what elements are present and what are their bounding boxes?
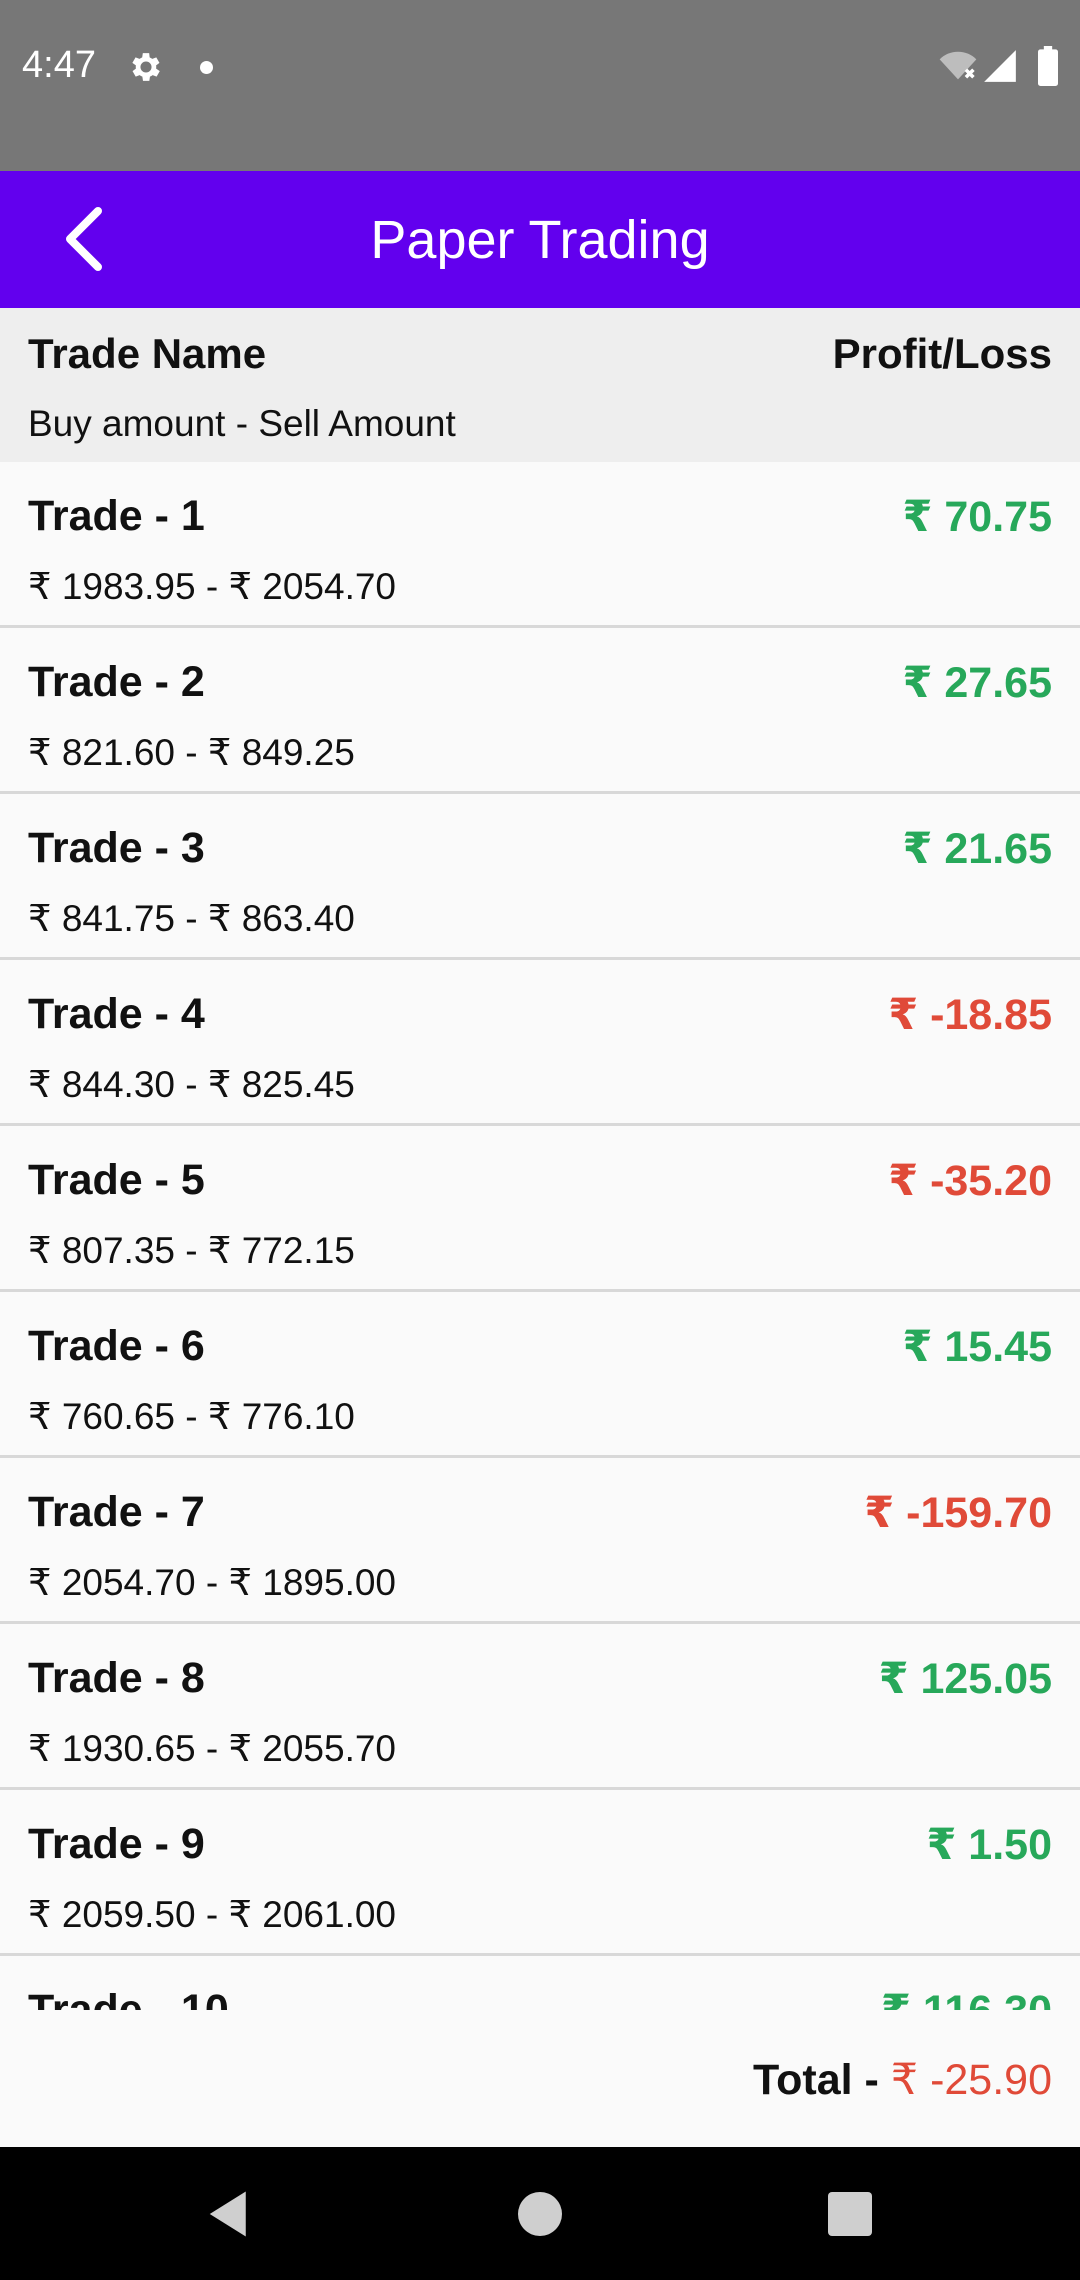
app-bar: Paper Trading bbox=[0, 171, 1080, 308]
trade-name: Trade - 4 bbox=[28, 990, 205, 1038]
trade-name: Trade - 6 bbox=[28, 1322, 205, 1370]
trade-profit-loss: ₹ 1.50 bbox=[926, 1821, 1052, 1869]
total-bar: Total - ₹ -25.90 bbox=[0, 2010, 1080, 2147]
system-nav-bar bbox=[0, 2147, 1080, 2280]
trade-amounts: ₹ 2059.50 - ₹ 2061.00 bbox=[28, 1894, 397, 1935]
header-profit-loss: Profit/Loss bbox=[832, 330, 1052, 377]
trade-name: Trade - 2 bbox=[28, 658, 205, 706]
trade-profit-loss: ₹ 125.05 bbox=[878, 1655, 1052, 1703]
trade-amounts: ₹ 1930.65 - ₹ 2055.70 bbox=[28, 1728, 397, 1769]
trade-profit-loss: ₹ 21.65 bbox=[902, 825, 1052, 873]
trade-profit-loss: ₹ -18.85 bbox=[888, 991, 1052, 1039]
cell-signal-icon bbox=[984, 50, 1016, 82]
trade-row[interactable]: Trade - 5 ₹ -35.20 ₹ 807.35 - ₹ 772.15 bbox=[0, 1126, 1080, 1292]
header-trade-name: Trade Name bbox=[28, 330, 267, 377]
trade-amounts: ₹ 821.60 - ₹ 849.25 bbox=[28, 732, 355, 773]
trade-name: Trade - 5 bbox=[28, 1156, 205, 1204]
notification-dot-icon bbox=[200, 61, 213, 74]
trade-name: Trade - 9 bbox=[28, 1820, 205, 1868]
settings-gear-icon bbox=[132, 53, 160, 81]
list-header: Trade Name Profit/Loss Buy amount - Sell… bbox=[0, 308, 1080, 462]
total-summary: Total - ₹ -25.90 bbox=[753, 2055, 1052, 2105]
trade-amounts: ₹ 2054.70 - ₹ 1895.00 bbox=[28, 1562, 397, 1603]
nav-back-icon[interactable] bbox=[203, 2187, 257, 2241]
header-subtitle: Buy amount - Sell Amount bbox=[28, 403, 456, 444]
trade-amounts: ₹ 844.30 - ₹ 825.45 bbox=[28, 1064, 355, 1105]
nav-recents-icon[interactable] bbox=[828, 2192, 872, 2236]
trade-row[interactable]: Trade - 4 ₹ -18.85 ₹ 844.30 - ₹ 825.45 bbox=[0, 960, 1080, 1126]
trade-name: Trade - 10 bbox=[28, 1986, 229, 2010]
trade-row[interactable]: Trade - 6 ₹ 15.45 ₹ 760.65 - ₹ 776.10 bbox=[0, 1292, 1080, 1458]
trade-row[interactable]: Trade - 3 ₹ 21.65 ₹ 841.75 - ₹ 863.40 bbox=[0, 794, 1080, 960]
trade-profit-loss: ₹ -35.20 bbox=[888, 1157, 1052, 1205]
trade-profit-loss: ₹ 116.30 bbox=[881, 1986, 1052, 2010]
total-value: ₹ -25.90 bbox=[890, 2056, 1052, 2104]
trade-amounts: ₹ 841.75 - ₹ 863.40 bbox=[28, 898, 355, 939]
status-time: 4:47 bbox=[22, 44, 96, 86]
trade-row[interactable]: Trade - 8 ₹ 125.05 ₹ 1930.65 - ₹ 2055.70 bbox=[0, 1624, 1080, 1790]
wifi-off-icon bbox=[939, 51, 977, 80]
trade-name: Trade - 8 bbox=[28, 1654, 205, 1702]
trade-profit-loss: ₹ -159.70 bbox=[864, 1489, 1052, 1537]
trade-name: Trade - 1 bbox=[28, 492, 205, 540]
trade-profit-loss: ₹ 70.75 bbox=[902, 493, 1052, 541]
trade-row[interactable]: Trade - 9 ₹ 1.50 ₹ 2059.50 - ₹ 2061.00 bbox=[0, 1790, 1080, 1956]
trade-amounts: ₹ 807.35 - ₹ 772.15 bbox=[28, 1230, 355, 1271]
battery-icon bbox=[1038, 46, 1058, 86]
trade-amounts: ₹ 1983.95 - ₹ 2054.70 bbox=[28, 566, 397, 607]
status-bar: 4:47 bbox=[0, 0, 1080, 171]
total-label: Total - bbox=[753, 2056, 891, 2104]
nav-home-icon[interactable] bbox=[518, 2192, 562, 2236]
trade-profit-loss: ₹ 27.65 bbox=[902, 659, 1052, 707]
trade-row[interactable]: Trade - 10 ₹ 116.30 bbox=[0, 1956, 1080, 2010]
trade-row[interactable]: Trade - 7 ₹ -159.70 ₹ 2054.70 - ₹ 1895.0… bbox=[0, 1458, 1080, 1624]
trade-amounts: ₹ 760.65 - ₹ 776.10 bbox=[28, 1396, 355, 1437]
page-title: Paper Trading bbox=[370, 210, 710, 270]
trade-row[interactable]: Trade - 1 ₹ 70.75 ₹ 1983.95 - ₹ 2054.70 bbox=[0, 462, 1080, 628]
trade-profit-loss: ₹ 15.45 bbox=[902, 1323, 1052, 1371]
trade-name: Trade - 3 bbox=[28, 824, 205, 872]
trade-name: Trade - 7 bbox=[28, 1488, 205, 1536]
trade-row[interactable]: Trade - 2 ₹ 27.65 ₹ 821.60 - ₹ 849.25 bbox=[0, 628, 1080, 794]
trade-list[interactable]: Trade - 1 ₹ 70.75 ₹ 1983.95 - ₹ 2054.70 … bbox=[0, 462, 1080, 2010]
